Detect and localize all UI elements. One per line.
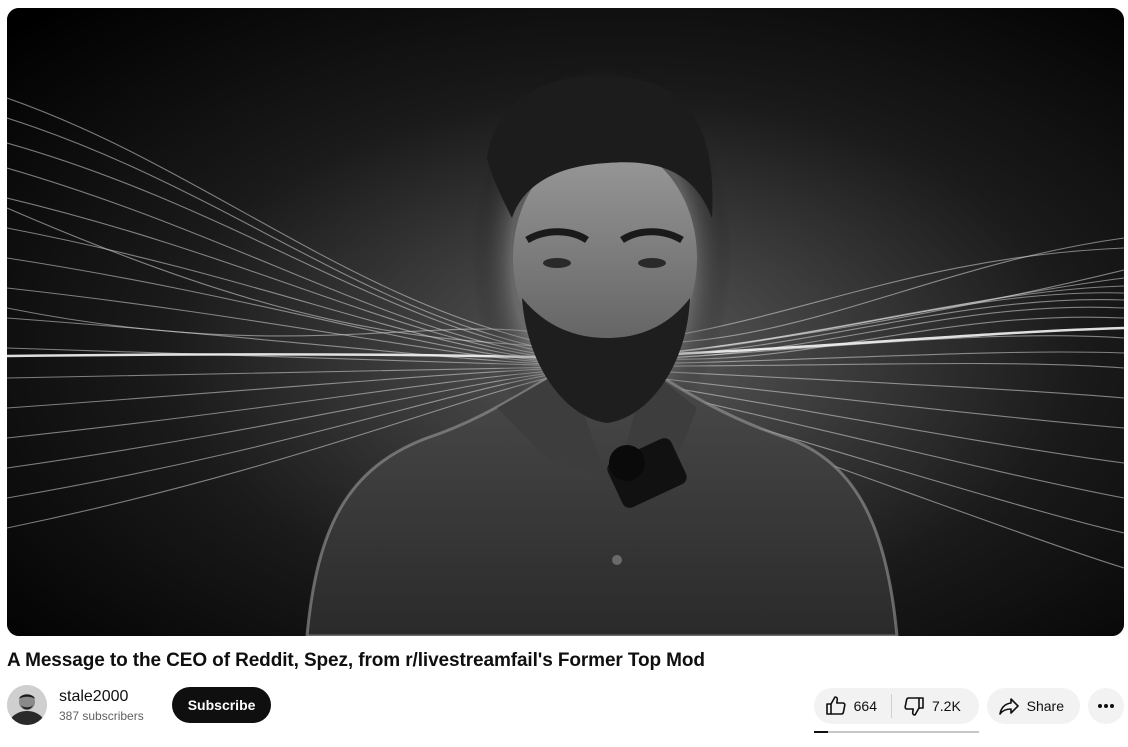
thumbs-up-icon — [824, 694, 848, 718]
share-label: Share — [1026, 698, 1064, 714]
thumbs-down-icon — [902, 694, 926, 718]
like-ratio-fill — [813, 731, 828, 733]
channel-avatar[interactable] — [7, 685, 47, 725]
share-button[interactable]: Share — [986, 688, 1080, 724]
subscriber-count: 387 subscribers — [59, 709, 144, 723]
video-thumbnail-frame — [7, 8, 1124, 636]
dislike-button[interactable]: 7.2K — [892, 688, 975, 724]
like-button[interactable]: 664 — [814, 688, 891, 724]
video-actions: 664 7.2K Share — [813, 688, 1124, 733]
like-ratio-bar — [813, 731, 979, 733]
channel-owner-row: stale2000 387 subscribers Subscribe — [7, 684, 272, 726]
channel-name[interactable]: stale2000 — [59, 686, 144, 708]
channel-info: stale2000 387 subscribers — [59, 686, 144, 724]
video-title: A Message to the CEO of Reddit, Spez, fr… — [7, 650, 705, 671]
watch-page: A Message to the CEO of Reddit, Spez, fr… — [0, 0, 1128, 747]
more-actions-button[interactable] — [1088, 688, 1124, 724]
like-count: 664 — [853, 698, 877, 714]
dislike-count: 7.2K — [932, 698, 961, 714]
like-dislike-group: 664 7.2K — [813, 688, 979, 733]
subscribe-button[interactable]: Subscribe — [171, 687, 272, 723]
share-arrow-icon — [997, 694, 1021, 718]
more-horizontal-icon — [1094, 694, 1118, 718]
video-player[interactable] — [7, 8, 1124, 636]
avatar-image — [7, 685, 47, 725]
